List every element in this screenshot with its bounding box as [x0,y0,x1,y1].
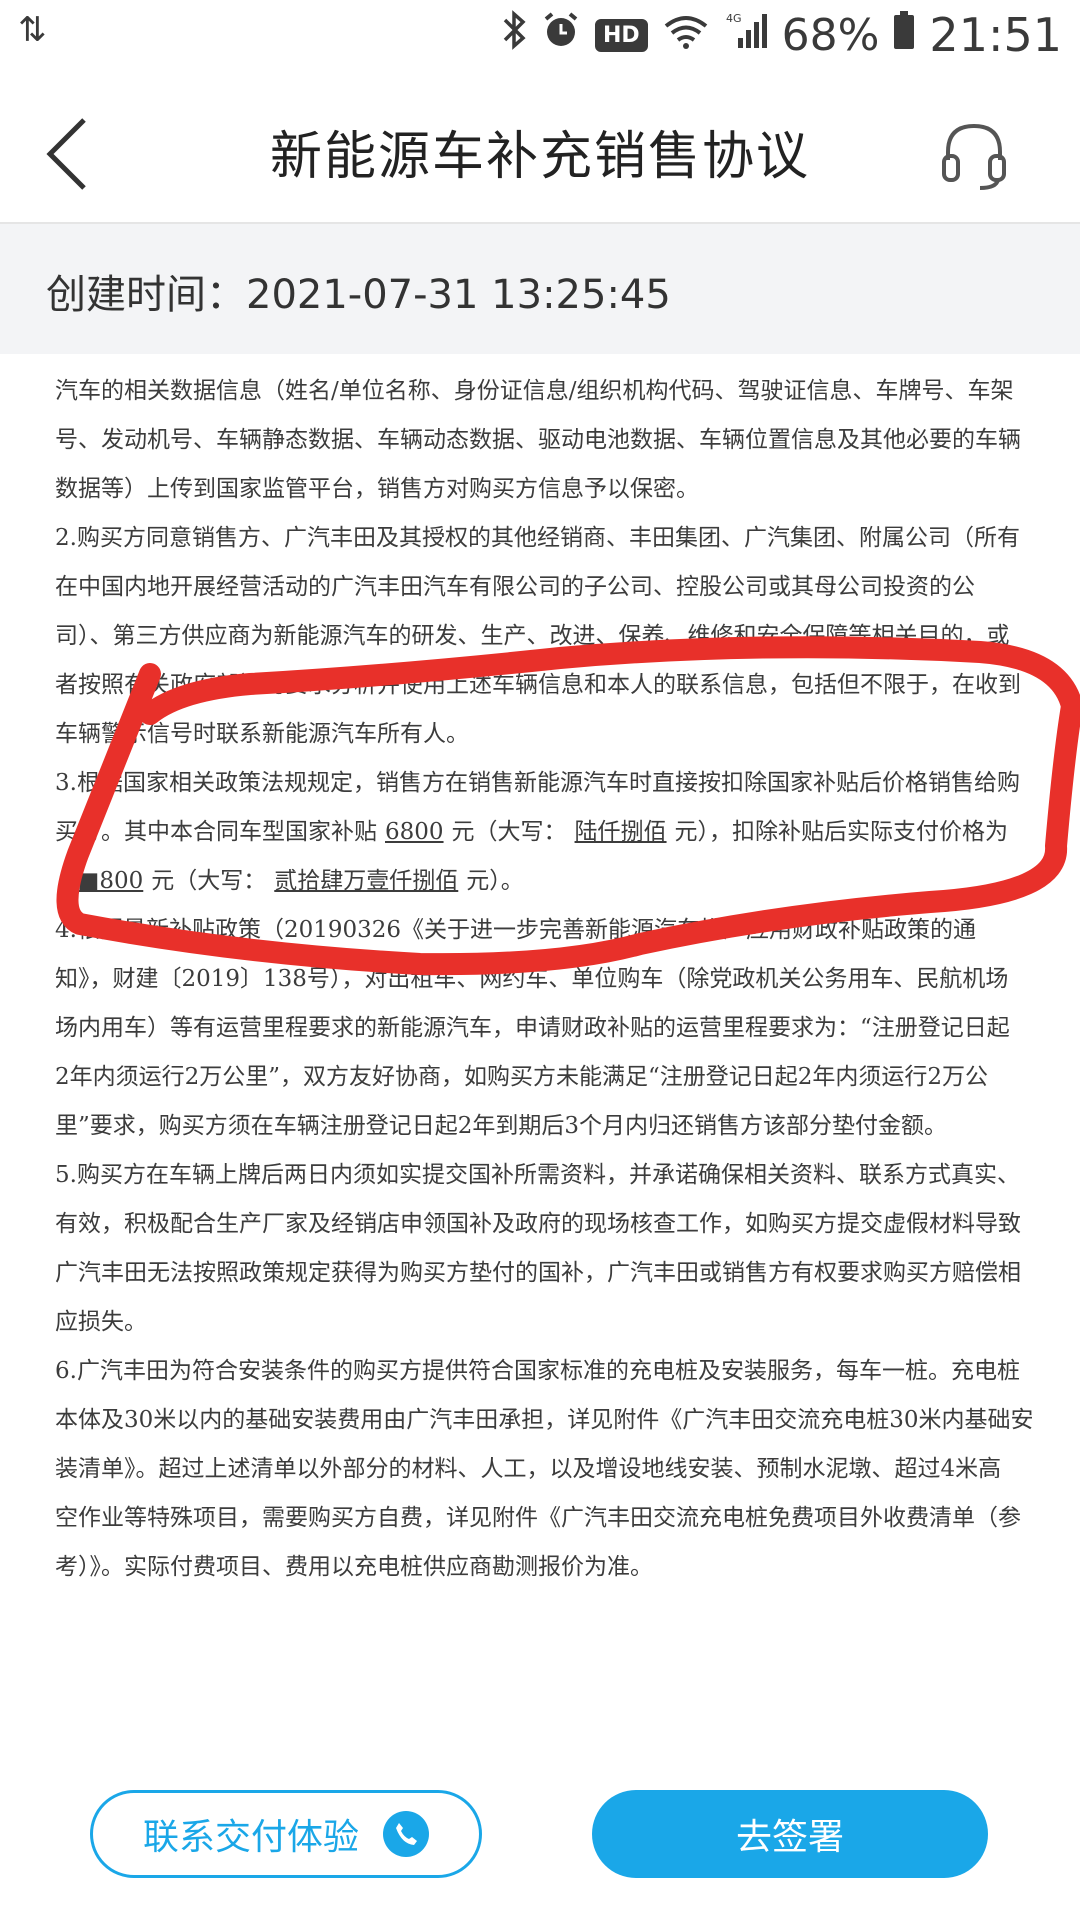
partial-line: 称/平台）将新能源车辆数据对接到国家监测与管理平台。购买方同意销售方将其所购新能… [55,354,1045,367]
app-bar: 新能源车补充销售协议 [0,74,1080,224]
clause-5-line-3: 广汽丰田无法按照政策规定获得为购买方垫付的国补，广汽丰田或销售方有权要求购买方赔… [55,1260,1021,1286]
clause-6-line-1: 6.广汽丰田为符合安装条件的购买方提供符合国家标准的充电桩及安装服务，每车一桩。… [55,1358,1020,1384]
clause-3-line-3: 2■800 元（大写： 贰拾肆万壹仟捌佰 元）。 [55,857,1045,906]
clause-2-line-3: 司）、第三方供应商为新能源汽车的研发、生产、改进、保养、维修和安全保障等相关目的… [55,623,1010,649]
contact-delivery-label: 联系交付体验 [142,1817,359,1858]
clause-6-line-3: 装清单》。超过上述清单以外部分的材料、人工，以及增设地线安装、预制水泥墩、超过4… [55,1456,1002,1482]
clause-2-line-4: 者按照有关政府部门的要求分析并使用上述车辆信息和本人的联系信息，包括但不限于，在… [55,672,1021,698]
clause-5-line-2: 有效，积极配合生产厂家及经销店申领国补及政府的现场核查工作，如购买方提交虚假材料… [55,1211,1021,1237]
subsidy-amount: 6800 [385,819,444,845]
clause-6-line-4: 空作业等特殊项目，需要购买方自费，详见附件《广汽丰田交流充电桩免费项目外收费清单… [55,1505,1021,1531]
wifi-icon [662,10,710,61]
clause-3-text: 元）。 [466,868,524,894]
clause-1-line-2: 号、发动机号、车辆静态数据、车辆动态数据、驱动电池数据、车辆位置信息及其他必要的… [55,427,1021,453]
clause-3-text: 买方。其中本合同车型国家补贴 [55,819,377,845]
clause-3-line-2: 买方。其中本合同车型国家补贴 6800 元（大写： 陆仟捌佰 元），扣除补贴后实际支付价… [55,808,1045,857]
bottom-action-bar: 联系交付体验 去签署 [0,1760,1080,1920]
bluetooth-icon [501,9,527,61]
clause-4-line-5: 里”要求，购买方须在车辆注册登记日起2年到期后3个月内归还销售方该部分垫付金额。 [55,1113,948,1139]
clause-3-line-1: 3.根据国家相关政策法规规定，销售方在销售新能源汽车时直接按扣除国家补贴后价格销… [55,770,1020,796]
clause-2-line-5: 车辆警示信号时联系新能源汽车所有人。 [55,721,469,747]
created-time: 创建时间：2021-07-31 13:25:45 [46,272,671,318]
clause-4-line-3: 场内用车）等有运营里程要求的新能源汽车，申请财政补贴的运营里程要求为：“注册登记… [55,1015,1010,1041]
clause-4-line-2: 知》，财建〔2019〕138号），对出租车、网约车、单位购车（除党政机关公务用车… [55,966,1009,992]
svg-text:4G: 4G [726,12,742,25]
agreement-text: 称/平台）将新能源车辆数据对接到国家监测与管理平台。购买方同意销售方将其所购新能… [55,354,1045,1592]
price-amount-words: 贰拾肆万壹仟捌佰 [274,868,459,894]
contact-delivery-button[interactable]: 联系交付体验 [90,1790,482,1878]
battery-icon [893,10,915,61]
clause-4-line-1: 4.根据最新补贴政策（20190326《关于进一步完善新能源汽车推广应用财政补贴… [55,917,977,943]
clause-6-line-5: 考）》。实际付费项目、费用以充电桩供应商勘测报价为准。 [55,1554,653,1580]
status-bar: ⇅ HD 4G 68% 21:51 [0,0,1080,74]
clause-3-text: 元），扣除补贴后实际支付价格为 [674,819,1009,845]
agreement-content[interactable]: 称/平台）将新能源车辆数据对接到国家监测与管理平台。购买方同意销售方将其所购新能… [0,354,1080,1754]
headset-icon[interactable] [938,116,1010,192]
price-amount: 2■800 [63,868,144,894]
clause-2-line-2: 在中国内地开展经营活动的广汽丰田汽车有限公司的子公司、控股公司或其母公司投资的公 [55,574,975,600]
clause-1-line-1: 汽车的相关数据信息（姓名/单位名称、身份证信息/组织机构代码、驾驶证信息、车牌号… [55,378,1014,404]
clock: 21:51 [929,8,1062,62]
subsidy-amount-words: 陆仟捌佰 [574,819,667,845]
status-icons: HD 4G 68% 21:51 [501,8,1062,62]
alarm-icon [541,10,581,61]
page-title: 新能源车补充销售协议 [269,127,810,187]
clause-1-line-3: 数据等）上传到国家监管平台，销售方对购买方信息予以保密。 [55,476,699,502]
sign-button[interactable]: 去签署 [592,1790,988,1878]
battery-percent: 68% [781,9,880,61]
created-time-bar: 创建时间：2021-07-31 13:25:45 [0,224,1080,354]
4g-signal-icon: 4G [724,10,768,61]
clause-4-line-4: 2年内须运行2万公里”，双方友好协商，如购买方未能满足“注册登记日起2年内须运行… [55,1064,989,1090]
clause-5-line-1: 5.购买方在车辆上牌后两日内须如实提交国补所需资料，并承诺确保相关资料、联系方式… [55,1162,1020,1188]
phone-icon [383,1811,429,1857]
clause-3-text: 元（大写： [151,868,267,894]
clause-3-text: 元（大写： [451,819,567,845]
clause-6-line-2: 本体及30米以内的基础安装费用由广汽丰田承担，详见附件《广汽丰田交流充电桩30米… [55,1407,1034,1433]
clause-5-line-4: 应损失。 [55,1309,147,1335]
arrows-up-down-icon: ⇅ [18,10,47,50]
hd-badge: HD [594,18,648,52]
clause-2-line-1: 2.购买方同意销售方、广汽丰田及其授权的其他经销商、丰田集团、广汽集团、附属公司… [55,525,1020,551]
